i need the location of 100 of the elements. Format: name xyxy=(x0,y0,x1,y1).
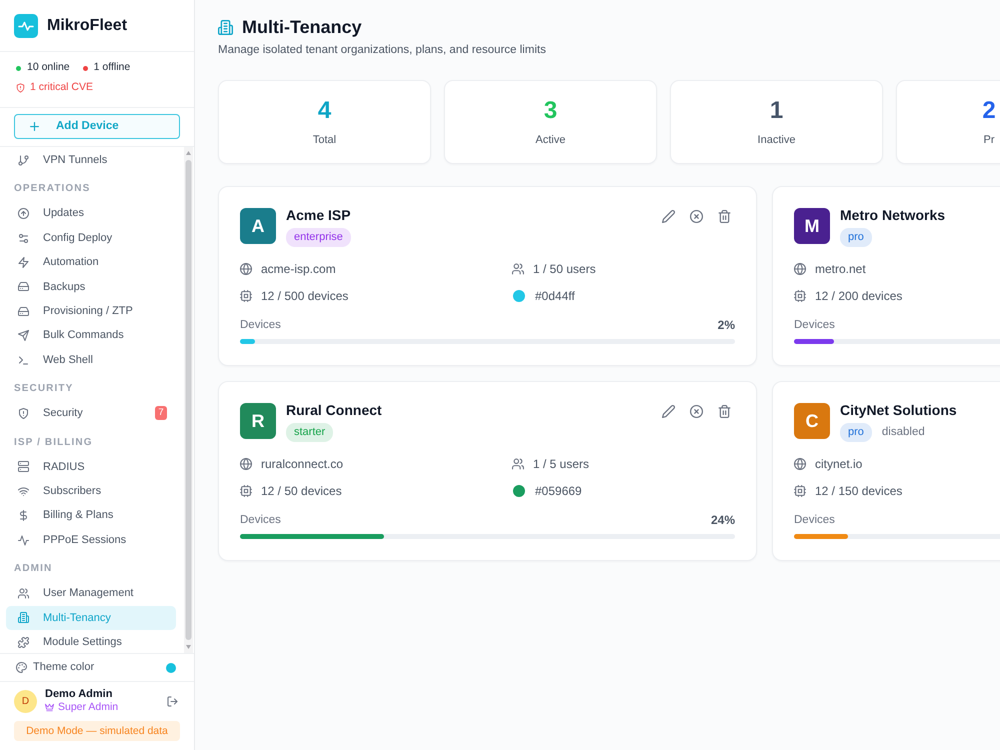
chip-icon xyxy=(794,290,806,302)
crown-icon xyxy=(45,703,54,712)
status-count: 1 offline xyxy=(94,60,130,76)
users-icon xyxy=(18,588,29,599)
plan-badge: pro xyxy=(840,423,872,442)
plan-badge: enterprise xyxy=(286,228,351,247)
info-text: #0d44ff xyxy=(535,288,575,305)
cve-warning-text: 1 critical CVE xyxy=(30,80,94,96)
logout-icon xyxy=(167,696,178,706)
terminal-icon xyxy=(18,354,29,366)
paper-plane-icon xyxy=(18,330,29,342)
nav-item[interactable]: PPPoE Sessions xyxy=(6,528,176,552)
page-title: Multi-Tenancy xyxy=(242,16,362,38)
status-label: disabled xyxy=(882,424,925,440)
stat-label: Active xyxy=(534,133,566,148)
status-count: 10 online xyxy=(27,60,70,76)
tenant-name: CityNet Solutions xyxy=(840,402,957,418)
nav-item[interactable]: Bulk Commands xyxy=(6,323,176,348)
tenant-name: Metro Networks xyxy=(840,207,946,223)
stat-label: Inactive xyxy=(756,133,796,148)
nav-item[interactable]: Subscribers xyxy=(6,479,176,504)
nav-item[interactable]: RADIUS xyxy=(6,454,176,480)
chip-icon xyxy=(240,485,252,497)
stat-label: Total xyxy=(312,133,338,148)
stat-label: Pr xyxy=(982,133,996,148)
nav-item[interactable]: Billing & Plans xyxy=(6,503,176,528)
nav-item[interactable]: Provisioning / ZTP xyxy=(6,299,176,324)
info-text: citynet.io xyxy=(815,456,862,473)
branch-icon xyxy=(18,154,29,166)
nav-item[interactable]: Config Deploy xyxy=(6,226,176,250)
stat-value: 3 xyxy=(542,96,558,126)
info-text: 1 / 50 users xyxy=(533,261,596,278)
arrow-up-circle-icon xyxy=(18,208,29,220)
drive-icon xyxy=(18,306,29,317)
users-icon xyxy=(512,458,524,470)
globe-icon xyxy=(794,263,806,275)
nav-item[interactable]: User Management xyxy=(6,581,176,606)
wifi-icon xyxy=(18,486,29,497)
globe-icon xyxy=(240,263,252,275)
user-avatar: D xyxy=(14,690,37,712)
chip-icon xyxy=(794,485,806,497)
brand-name: MikroFleet xyxy=(47,16,128,36)
tenant-avatar: R xyxy=(240,403,276,439)
nav-item[interactable]: Automation xyxy=(6,250,176,275)
tenant-name: Rural Connect xyxy=(286,402,382,418)
palette-icon xyxy=(16,662,27,673)
building-icon xyxy=(218,20,233,34)
shield-icon xyxy=(18,408,29,419)
info-text: 12 / 50 devices xyxy=(261,483,342,500)
nav-item[interactable]: Module Settings xyxy=(6,630,176,653)
progress-reading: 2% xyxy=(718,318,735,332)
section-heading: ADMIN xyxy=(13,562,54,576)
stat-value: 2 xyxy=(981,96,997,126)
globe-icon xyxy=(240,458,252,470)
users-icon xyxy=(512,263,524,275)
dollar-icon xyxy=(18,510,29,522)
nav-item[interactable]: VPN Tunnels xyxy=(6,148,176,172)
chip-icon xyxy=(240,290,252,302)
tenant-avatar: A xyxy=(240,208,276,244)
trash-icon xyxy=(718,404,730,418)
tenant-avatar: M xyxy=(794,208,830,244)
count-badge: 7 xyxy=(155,406,167,420)
user-role: Super Admin xyxy=(58,701,118,714)
progress-reading: 24% xyxy=(710,513,735,527)
x-circle-icon xyxy=(690,404,702,418)
drive-icon xyxy=(18,281,29,292)
tenant-avatar: C xyxy=(794,403,830,439)
pulse-icon xyxy=(18,534,29,546)
sliders-icon xyxy=(18,232,29,244)
nav-item[interactable]: Backups xyxy=(6,274,176,300)
pulse-logo-icon xyxy=(14,14,38,38)
pencil-icon xyxy=(662,404,674,418)
shield-alert-icon xyxy=(16,83,25,93)
info-text: metro.net xyxy=(815,261,866,278)
puzzle-icon xyxy=(18,636,29,648)
info-text: #059669 xyxy=(535,483,582,500)
info-text: 12 / 150 devices xyxy=(815,483,902,500)
nav-item[interactable]: Security 7 xyxy=(6,401,176,426)
info-text: 1 / 5 users xyxy=(533,456,590,473)
plan-badge: pro xyxy=(840,228,872,247)
plus-icon xyxy=(30,122,39,131)
progress-label: Devices xyxy=(240,513,281,527)
logout-button[interactable] xyxy=(167,696,178,706)
nav-item[interactable]: Updates xyxy=(6,201,176,226)
progress-label: Devices xyxy=(794,318,835,332)
theme-label: Theme color xyxy=(33,660,94,676)
page-subtitle: Manage isolated tenant organizations, plans, and resource limits xyxy=(218,43,547,58)
nav-item[interactable]: Web Shell xyxy=(6,348,176,372)
x-circle-icon xyxy=(690,210,702,222)
stat-value: 4 xyxy=(316,96,332,126)
building-icon xyxy=(18,612,29,624)
plan-badge: starter xyxy=(286,423,334,442)
globe-icon xyxy=(794,458,806,470)
stat-value: 1 xyxy=(768,96,784,126)
scrollbar[interactable] xyxy=(184,147,193,653)
progress-label: Devices xyxy=(794,513,835,527)
progress-label: Devices xyxy=(240,318,281,332)
section-heading: ISP / BILLING xyxy=(13,436,94,450)
server-icon xyxy=(18,461,29,472)
demo-mode-notice: Demo Mode — simulated data xyxy=(14,721,180,741)
